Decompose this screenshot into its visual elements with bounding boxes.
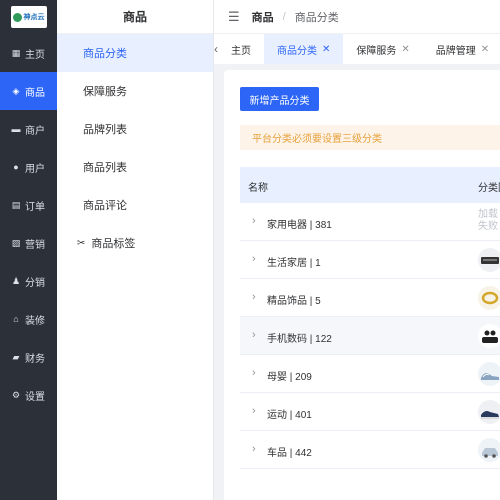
table-row[interactable]: › 手机数码 | 122 (240, 317, 500, 355)
sneaker-image (478, 400, 500, 424)
column-header-name: 名称 (248, 183, 268, 194)
close-icon[interactable]: ✕ (401, 44, 409, 55)
table-row[interactable]: › 家用电器 | 381 加载失败 (240, 203, 500, 241)
sub-item-tags[interactable]: ✂ 商品标签 (57, 224, 213, 262)
nav-label: 商户 (25, 125, 45, 137)
table-header: 名称 分类图 (240, 167, 500, 203)
ring-image (478, 286, 500, 310)
nav-label: 商品 (25, 87, 45, 99)
table-row[interactable]: › 运动 | 401 (240, 393, 500, 431)
nav-label: 用户 (25, 163, 45, 175)
add-category-button[interactable]: 新增产品分类 (240, 87, 319, 111)
nav-label: 财务 (25, 353, 45, 365)
category-name: 车品 | 442 (267, 448, 312, 459)
warning-alert: 平台分类必须要设置三级分类 (240, 125, 500, 150)
user-icon: ● (13, 162, 19, 172)
close-icon[interactable]: ✕ (322, 44, 330, 55)
logo-box: 神点云 (10, 6, 47, 28)
order-icon: ▤ (11, 199, 21, 210)
bag-icon: ◈ (12, 85, 20, 96)
table-row[interactable]: › 车品 | 442 (240, 431, 500, 469)
nav-item-merchants[interactable]: ▬ 商户 (0, 110, 57, 148)
nav-item-settings[interactable]: ⚙ 设置 (0, 376, 57, 414)
nav-item-users[interactable]: ● 用户 (0, 148, 57, 186)
tab-label: 品牌管理 (435, 45, 476, 57)
wallet-icon: ▰ (12, 351, 20, 362)
nav-label: 主页 (25, 49, 45, 61)
table-row[interactable]: › 母婴 | 209 (240, 355, 500, 393)
nav-item-finance[interactable]: ▰ 财务 (0, 338, 57, 376)
menu-toggle-icon[interactable]: ☰ (228, 9, 240, 25)
breadcrumb-current: 商品分类 (294, 11, 339, 24)
main-nav: 神点云 ▦ 主页 ◈ 商品 ▬ 商户 ● 用户 ▤ 订单 ▨ 营销 ♟ 分销 ⌂ 装修 ▰ 财务 … (0, 0, 57, 500)
nav-label: 分销 (25, 277, 45, 289)
logo[interactable]: 神点云 (0, 0, 57, 34)
chevron-right-icon[interactable]: › (252, 291, 256, 303)
sub-item-reviews[interactable]: 商品评论 (57, 186, 213, 224)
nav-label: 订单 (25, 201, 45, 213)
sub-item-brands[interactable]: 品牌列表 (57, 110, 213, 148)
box-image (478, 248, 500, 272)
content-card: 新增产品分类 平台分类必须要设置三级分类 名称 分类图 › 家用电器 | 381… (224, 70, 500, 500)
tab-category[interactable]: 商品分类 ✕ (264, 34, 344, 64)
tab-home[interactable]: 主页 (218, 34, 264, 64)
category-name: 手机数码 | 122 (267, 334, 332, 345)
category-name: 家用电器 | 381 (267, 220, 332, 231)
nav-item-decoration[interactable]: ⌂ 装修 (0, 300, 57, 338)
nav-label: 营销 (25, 239, 45, 251)
logo-text: 神点云 (23, 14, 45, 21)
nav-label: 装修 (25, 315, 45, 327)
nav-item-distribution[interactable]: ♟ 分销 (0, 262, 57, 300)
tag-icon: ✂ (77, 237, 86, 249)
column-header-image: 分类图 (478, 183, 500, 194)
sub-item-category[interactable]: 商品分类 (57, 34, 213, 72)
tab-guarantee[interactable]: 保障服务 ✕ (343, 34, 422, 64)
chevron-right-icon[interactable]: › (252, 367, 256, 379)
car-image (478, 438, 500, 462)
tab-label: 商品分类 (277, 45, 317, 57)
table-row[interactable]: › 精品饰品 | 5 (240, 279, 500, 317)
sub-menu-title: 商品 (57, 0, 213, 34)
category-name: 生活家居 | 1 (267, 258, 321, 269)
table-row[interactable]: › 生活家居 | 1 (240, 241, 500, 279)
tab-bar: ‹ 主页 商品分类 ✕ 保障服务 ✕ 品牌管理 ✕ (214, 34, 500, 64)
chart-icon: ▨ (11, 237, 21, 248)
earbuds-image (478, 324, 500, 348)
chevron-right-icon[interactable]: › (252, 253, 256, 265)
close-icon[interactable]: ✕ (481, 44, 489, 55)
category-name: 运动 | 401 (267, 410, 312, 421)
home-icon: ⌂ (13, 314, 19, 324)
gear-icon: ⚙ (11, 389, 21, 400)
store-icon: ▬ (11, 124, 21, 134)
image-load-failed: 加载失败 (478, 209, 498, 232)
sub-menu: 商品 商品分类 保障服务 品牌列表 商品列表 商品评论 ✂ 商品标签 (57, 0, 214, 500)
category-name: 精品饰品 | 5 (267, 296, 321, 307)
nav-item-orders[interactable]: ▤ 订单 (0, 186, 57, 224)
breadcrumb-separator: / (282, 10, 286, 23)
chevron-right-icon[interactable]: › (252, 329, 256, 341)
sub-item-guarantee[interactable]: 保障服务 (57, 72, 213, 110)
breadcrumb-root[interactable]: 商品 (252, 9, 274, 25)
logo-icon (12, 12, 22, 22)
tab-brand[interactable]: 品牌管理 ✕ (423, 34, 500, 64)
nav-item-products[interactable]: ◈ 商品 (0, 72, 57, 110)
shoes-image (478, 362, 500, 386)
sub-item-products[interactable]: 商品列表 (57, 148, 213, 186)
tab-label: 保障服务 (356, 45, 397, 57)
nav-item-home[interactable]: ▦ 主页 (0, 34, 57, 72)
person-icon: ♟ (11, 275, 21, 286)
tab-label: 主页 (231, 45, 251, 57)
sub-item-label: 商品标签 (91, 238, 136, 250)
nav-label: 设置 (25, 391, 45, 403)
nav-item-marketing[interactable]: ▨ 营销 (0, 224, 57, 262)
grid-icon: ▦ (11, 47, 21, 58)
chevron-right-icon[interactable]: › (252, 405, 256, 417)
top-header: ☰ 商品 / 商品分类 (214, 0, 500, 34)
category-name: 母婴 | 209 (267, 372, 312, 383)
chevron-right-icon[interactable]: › (252, 443, 256, 455)
chevron-right-icon[interactable]: › (252, 215, 256, 227)
